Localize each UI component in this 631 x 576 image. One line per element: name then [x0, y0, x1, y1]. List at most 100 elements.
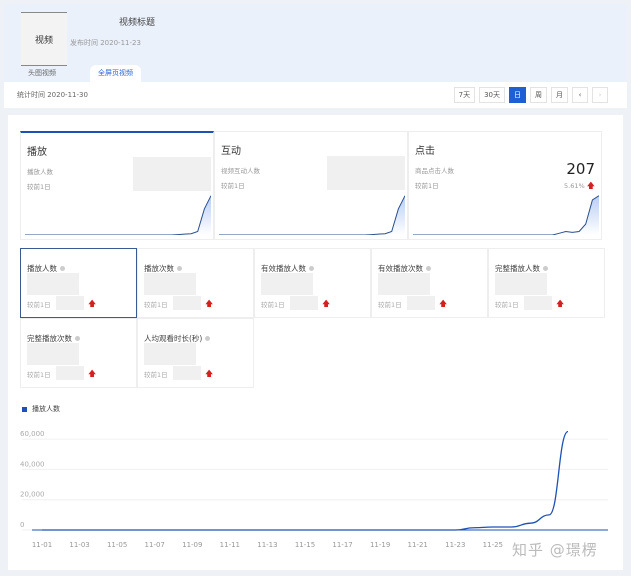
watermark: 知乎 @璟楞	[512, 541, 598, 559]
card-subtitle: 播放人数	[27, 168, 53, 176]
arrow-up-icon: 🡅	[439, 299, 448, 308]
x-tick-label: 11-19	[370, 541, 390, 549]
metric-compare: 较前1日	[27, 371, 51, 379]
blurred-change	[173, 366, 201, 380]
prev-icon[interactable]: ‹	[572, 87, 588, 103]
metric-label-text: 有效播放人数	[261, 264, 306, 273]
overview-card[interactable]: 互动 视频互动人数 较前1日	[214, 131, 408, 240]
chart-legend[interactable]: 播放人数	[22, 404, 60, 414]
info-dot-icon[interactable]	[75, 336, 80, 341]
overview-cards: 播放 播放人数 较前1日 互动 视频互动人数 较前1日 点击 商品点击人数 较前1日…	[20, 131, 602, 240]
x-tick-label: 11-15	[295, 541, 315, 549]
x-tick-label: 11-03	[69, 541, 89, 549]
card-title: 互动	[221, 146, 241, 157]
blurred-change	[56, 296, 84, 310]
blurred-change	[290, 296, 318, 310]
info-dot-icon[interactable]	[543, 266, 548, 271]
x-tick-label: 11-07	[145, 541, 165, 549]
metric-cell[interactable]: 有效播放次数 较前1日 🡅	[371, 248, 488, 318]
metric-label-text: 完整播放人数	[495, 264, 540, 273]
metric-label-text: 完整播放次数	[27, 334, 72, 343]
y-tick-label: 20,000	[20, 491, 45, 499]
next-icon[interactable]: ›	[592, 87, 608, 103]
x-tick-label: 11-17	[332, 541, 352, 549]
info-dot-icon[interactable]	[60, 266, 65, 271]
x-tick-label: 11-11	[220, 541, 240, 549]
thumbnail-label: 视频	[34, 35, 53, 46]
metric-compare: 较前1日	[144, 301, 168, 309]
stat-time: 统计时间 2020-11-30	[17, 91, 88, 99]
metric-cell[interactable]: 人均观看时长(秒) 较前1日 🡅	[137, 318, 254, 388]
card-title: 点击	[415, 146, 435, 157]
info-dot-icon[interactable]	[426, 266, 431, 271]
x-tick-label: 11-13	[257, 541, 277, 549]
arrow-up-icon: 🡅	[556, 299, 565, 308]
y-tick-label: 0	[20, 521, 24, 529]
blurred-value	[144, 273, 196, 295]
arrow-up-icon: 🡅	[88, 369, 97, 378]
arrow-up-icon: 🡅	[88, 299, 97, 308]
overview-card[interactable]: 点击 商品点击人数 较前1日 207 5.61% 🡅	[408, 131, 602, 240]
x-tick-label: 11-01	[32, 541, 52, 549]
blurred-change	[173, 296, 201, 310]
card-subtitle: 商品点击人数	[415, 167, 454, 175]
metric-compare: 较前1日	[144, 371, 168, 379]
card-title: 播放	[27, 147, 47, 158]
publish-time: 发布时间 2020-11-23	[70, 39, 141, 47]
btn-week[interactable]: 周	[530, 87, 547, 103]
x-tick-label: 11-25	[483, 541, 503, 549]
arrow-up-icon: 🡅	[205, 369, 214, 378]
info-dot-icon[interactable]	[205, 336, 211, 341]
x-tick-label: 11-23	[445, 541, 465, 549]
metric-compare: 较前1日	[27, 301, 51, 309]
blurred-value	[133, 157, 211, 191]
metric-label-text: 播放人数	[27, 264, 57, 273]
blurred-value	[144, 343, 196, 365]
blurred-change	[524, 296, 552, 310]
blurred-value	[495, 273, 547, 295]
metric-cell[interactable]: 播放人数 较前1日 🡅	[20, 248, 137, 318]
series-line	[41, 430, 569, 531]
blurred-change	[407, 296, 435, 310]
overview-card[interactable]: 播放 播放人数 较前1日	[20, 131, 214, 240]
metric-label-text: 播放次数	[144, 264, 174, 273]
period-buttons: 7天 30天 日 周 月 ‹ ›	[453, 87, 608, 103]
btn-30days[interactable]: 30天	[479, 87, 505, 103]
metric-compare: 较前1日	[378, 301, 402, 309]
metric-cell[interactable]: 完整播放次数 较前1日 🡅	[20, 318, 137, 388]
card-subtitle: 视频互动人数	[221, 167, 260, 175]
x-tick-label: 11-05	[107, 541, 127, 549]
blurred-value	[327, 156, 405, 190]
blurred-value	[378, 273, 430, 295]
legend-label: 播放人数	[32, 405, 60, 413]
x-tick-label: 11-09	[182, 541, 202, 549]
btn-day[interactable]: 日	[509, 87, 526, 103]
metric-label-text: 有效播放次数	[378, 264, 423, 273]
info-dot-icon[interactable]	[309, 266, 314, 271]
sparkline	[219, 195, 405, 235]
btn-7days[interactable]: 7天	[453, 87, 476, 103]
btn-month[interactable]: 月	[551, 87, 568, 103]
metric-label-text: 人均观看时长(秒)	[144, 334, 203, 343]
metric-compare: 较前1日	[495, 301, 519, 309]
metric-cell[interactable]: 有效播放人数 较前1日 🡅	[254, 248, 371, 318]
info-dot-icon[interactable]	[177, 266, 182, 271]
blurred-change	[56, 366, 84, 380]
y-tick-label: 60,000	[20, 430, 45, 438]
arrow-up-icon: 🡅	[205, 299, 214, 308]
metric-cell[interactable]: 播放次数 较前1日 🡅	[137, 248, 254, 318]
stat-bar: 统计时间 2020-11-30 7天 30天 日 周 月 ‹ ›	[4, 82, 627, 108]
sparkline	[413, 195, 599, 235]
metric-cell[interactable]: 完整播放人数 较前1日 🡅	[488, 248, 605, 318]
video-thumbnail[interactable]: 视频	[21, 12, 67, 66]
arrow-up-icon: 🡅	[322, 299, 331, 308]
blurred-value	[27, 273, 79, 295]
legend-swatch	[22, 406, 27, 412]
blurred-value	[261, 273, 313, 295]
card-value: 207	[566, 160, 595, 178]
sparkline	[25, 195, 211, 235]
y-tick-label: 40,000	[20, 460, 45, 468]
tab-header-video[interactable]: 头图视频	[20, 65, 64, 81]
video-title: 视频标题	[119, 18, 156, 28]
blurred-value	[27, 343, 79, 365]
